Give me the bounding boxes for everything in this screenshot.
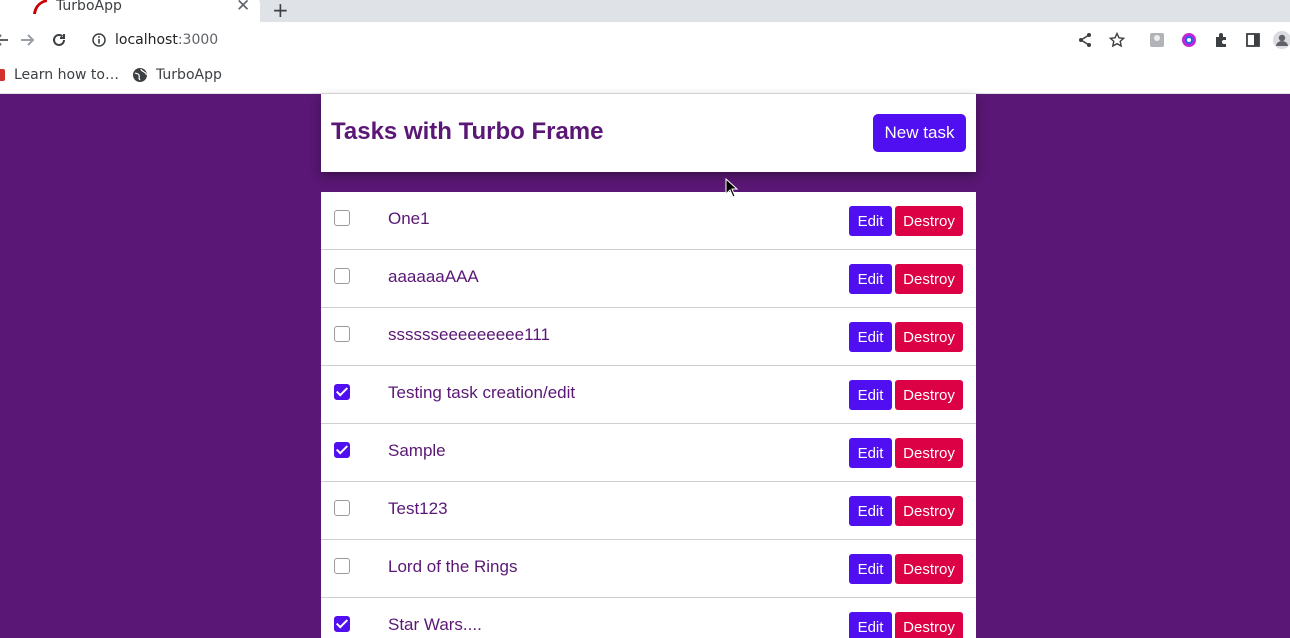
mouse-cursor-icon (725, 178, 739, 198)
back-icon[interactable] (0, 30, 12, 50)
bookmark-turboapp-label: TurboApp (156, 67, 222, 83)
destroy-button[interactable]: Destroy (895, 554, 963, 584)
bookmark-learn-label: Learn how to… (14, 67, 119, 83)
profile-icon[interactable] (1272, 30, 1290, 50)
destroy-button[interactable]: Destroy (895, 612, 963, 638)
new-task-button[interactable]: New task (873, 114, 966, 152)
task-checkbox[interactable] (334, 500, 350, 516)
edit-button[interactable]: Edit (849, 612, 892, 638)
task-checkbox[interactable] (334, 268, 350, 284)
task-title: Testing task creation/edit (388, 383, 576, 402)
globe-icon (133, 68, 147, 82)
forward-icon[interactable] (17, 30, 37, 50)
bookmark-star-icon[interactable] (1107, 30, 1127, 50)
destroy-button[interactable]: Destroy (895, 206, 963, 236)
bookmark-learn-icon (0, 69, 5, 81)
edit-button[interactable]: Edit (849, 264, 892, 294)
task-row: aaaaaaAAA Edit Destroy (321, 250, 976, 308)
task-checkbox[interactable] (334, 442, 350, 458)
edit-button[interactable]: Edit (849, 496, 892, 526)
side-panel-icon[interactable] (1243, 30, 1263, 50)
task-checkbox[interactable] (334, 616, 350, 632)
task-row: sssssseeeeeeeee111 Edit Destroy (321, 308, 976, 366)
task-row: Star Wars.... Edit Destroy (321, 598, 976, 638)
task-title: Star Wars.... (388, 615, 482, 634)
task-row: Test123 Edit Destroy (321, 482, 976, 540)
browser-tab[interactable]: TurboApp ✕ (0, 0, 260, 22)
bookmarks-bar: Learn how to… TurboApp (0, 58, 1290, 94)
task-title: Sample (388, 441, 446, 460)
edit-button[interactable]: Edit (849, 322, 892, 352)
page-header: Tasks with Turbo Frame New task (321, 94, 976, 172)
task-checkbox[interactable] (334, 326, 350, 342)
task-title: sssssseeeeeeeee111 (388, 325, 550, 344)
task-title: aaaaaaAAA (388, 267, 479, 286)
destroy-button[interactable]: Destroy (895, 322, 963, 352)
destroy-button[interactable]: Destroy (895, 496, 963, 526)
edit-button[interactable]: Edit (849, 438, 892, 468)
destroy-button[interactable]: Destroy (895, 438, 963, 468)
task-row: Testing task creation/edit Edit Destroy (321, 366, 976, 424)
task-checkbox[interactable] (334, 210, 350, 226)
browser-tab-strip: TurboApp ✕ + (0, 0, 1290, 22)
tab-close-icon[interactable]: ✕ (236, 0, 250, 16)
task-row: Lord of the Rings Edit Destroy (321, 540, 976, 598)
edit-button[interactable]: Edit (849, 554, 892, 584)
reload-icon[interactable] (49, 30, 69, 50)
destroy-button[interactable]: Destroy (895, 264, 963, 294)
task-row: One1 Edit Destroy (321, 192, 976, 250)
address-bar[interactable]: localhost:3000 (82, 25, 1142, 55)
edit-button[interactable]: Edit (849, 206, 892, 236)
bookmark-turboapp[interactable]: TurboApp (132, 67, 222, 83)
task-checkbox[interactable] (334, 384, 350, 400)
tab-title: TurboApp (56, 0, 122, 14)
task-title: Test123 (388, 499, 448, 518)
page-title: Tasks with Turbo Frame (331, 118, 604, 145)
site-info-icon[interactable] (92, 33, 106, 47)
task-checkbox[interactable] (334, 558, 350, 574)
task-title: One1 (388, 209, 430, 228)
url-text: localhost:3000 (115, 32, 219, 48)
extensions-puzzle-icon[interactable] (1211, 30, 1231, 50)
new-tab-icon[interactable]: + (272, 0, 289, 22)
edit-button[interactable]: Edit (849, 380, 892, 410)
task-list: One1 Edit Destroy aaaaaaAAA Edit Destroy… (321, 192, 976, 638)
task-title: Lord of the Rings (388, 557, 518, 576)
browser-toolbar: localhost:3000 (0, 22, 1290, 58)
rails-favicon-icon (33, 0, 47, 14)
extension-avatar-icon[interactable] (1147, 30, 1167, 50)
color-picker-extension-icon[interactable] (1179, 30, 1199, 50)
bookmark-learn[interactable]: Learn how to… (0, 67, 119, 83)
destroy-button[interactable]: Destroy (895, 380, 963, 410)
task-row: Sample Edit Destroy (321, 424, 976, 482)
share-icon[interactable] (1075, 30, 1095, 50)
